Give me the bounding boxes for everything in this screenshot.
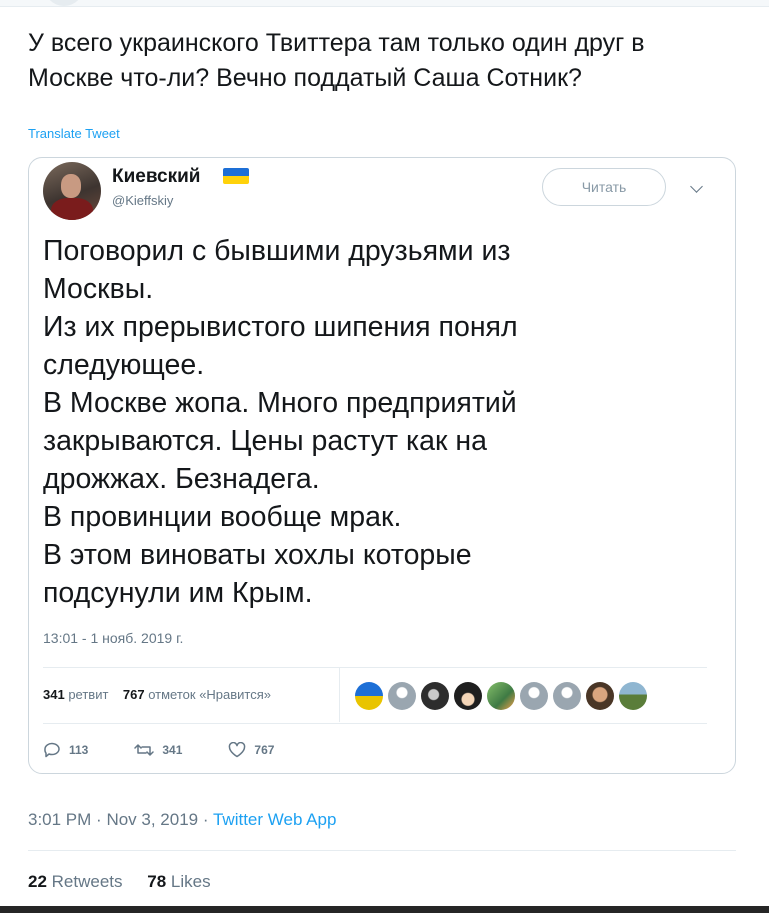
liker-avatar-default[interactable] [388, 682, 416, 710]
footer-divider [28, 850, 736, 851]
like-count: 767 [254, 743, 275, 757]
avatar-shirt [51, 198, 93, 220]
quoted-likes-count[interactable]: 767 [123, 687, 145, 702]
liker-avatar-landscape[interactable] [619, 682, 647, 710]
stats-divider-top [43, 667, 707, 668]
like-button[interactable]: 767 [228, 742, 274, 758]
meta-separator: · [96, 810, 102, 829]
ukraine-flag-icon [223, 168, 249, 184]
chevron-down-icon[interactable] [690, 180, 703, 193]
tweet-time[interactable]: 3:01 PM [28, 810, 91, 829]
top-divider [0, 0, 769, 7]
retweets-label: Retweets [51, 872, 123, 891]
quoted-likes-label[interactable]: отметок «Нравится» [148, 687, 271, 702]
liker-avatar-flag[interactable] [355, 682, 383, 710]
liker-avatar-default[interactable] [553, 682, 581, 710]
tweet-source-link[interactable]: Twitter Web App [213, 810, 336, 829]
retweets-count: 22 [28, 872, 47, 891]
translate-tweet-link[interactable]: Translate Tweet [28, 126, 120, 141]
retweet-icon [134, 744, 155, 756]
liker-avatar-bus[interactable] [487, 682, 515, 710]
follow-button[interactable]: Читать [542, 168, 666, 206]
quoted-engagement-stats: 341 ретвит 767 отметок «Нравится» [43, 687, 271, 702]
retweet-count: 341 [162, 743, 183, 757]
likes-label: Likes [170, 872, 211, 891]
meta-separator: · [202, 810, 209, 829]
bottom-edge [0, 906, 769, 913]
quoted-retweets-count[interactable]: 341 [43, 687, 65, 702]
reply-count: 113 [69, 743, 89, 757]
avatar-face [61, 174, 81, 198]
tweet-metadata: 3:01 PM · Nov 3, 2019 · Twitter Web App [28, 810, 336, 830]
quoted-action-bar: 113 341 767 [43, 740, 320, 760]
quoted-author-avatar[interactable] [43, 162, 101, 220]
tweet-engagement-stats: 22 Retweets 78 Likes [28, 872, 231, 892]
liker-avatar-default[interactable] [520, 682, 548, 710]
heart-icon [229, 742, 246, 758]
liker-avatars [355, 682, 647, 712]
likes-stat[interactable]: 78 Likes [147, 872, 210, 891]
stats-vertical-divider [339, 668, 340, 722]
likes-count: 78 [147, 872, 167, 891]
tweet-text: У всего украинского Твиттера там только … [28, 29, 645, 92]
liker-avatar-hat[interactable] [454, 682, 482, 710]
reply-icon [44, 742, 60, 758]
liker-avatar-man[interactable] [586, 682, 614, 710]
reply-button[interactable]: 113 [43, 742, 88, 758]
retweet-button[interactable]: 341 [134, 742, 182, 758]
liker-avatar-dark[interactable] [421, 682, 449, 710]
quoted-retweets-label[interactable]: ретвит [68, 687, 108, 702]
tweet-date[interactable]: Nov 3, 2019 [106, 810, 198, 829]
quoted-tweet-text: Поговорил с бывшими друзьями из Москвы. … [43, 235, 518, 609]
quoted-author-name[interactable]: Киевский [112, 166, 201, 188]
stats-divider-bottom [43, 723, 707, 724]
quoted-tweet-card[interactable]: Киевский @Kieffskiy Читать Поговорил с б… [28, 157, 736, 774]
quoted-tweet-timestamp[interactable]: 13:01 - 1 нояб. 2019 г. [43, 630, 183, 646]
retweets-stat[interactable]: 22 Retweets [28, 872, 127, 891]
quoted-author-handle[interactable]: @Kieffskiy [112, 193, 173, 208]
